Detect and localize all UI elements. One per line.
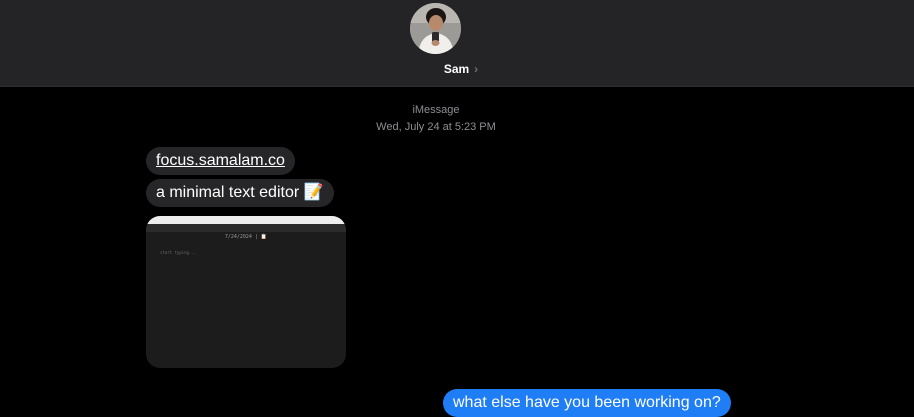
message-bubble[interactable]: a minimal text editor 📝 (146, 179, 334, 207)
contact-avatar[interactable] (410, 3, 461, 54)
preview-browser-bar (146, 216, 346, 224)
message-bubble-link[interactable]: focus.samalam.co (146, 147, 295, 175)
message-bubble-outgoing[interactable]: what else have you been working on? (443, 389, 731, 417)
thread-timestamp: Wed, July 24 at 5:23 PM (376, 121, 496, 133)
message-text: what else have you been working on? (453, 394, 721, 411)
service-label: iMessage (412, 104, 460, 116)
image-attachment[interactable]: 7/24/2024 | 📋 start typing... (146, 216, 346, 368)
conversation-header: Sam › (0, 0, 914, 87)
link-text[interactable]: focus.samalam.co (156, 152, 285, 169)
chevron-right-icon: › (474, 62, 479, 76)
contact-name: Sam (443, 62, 470, 76)
contact-photo (410, 3, 461, 54)
preview-toolbar (146, 224, 346, 232)
preview-placeholder: start typing... (160, 250, 197, 255)
message-text: a minimal text editor 📝 (156, 184, 324, 201)
contact-info-button[interactable]: Sam › (0, 62, 914, 76)
preview-date: 7/24/2024 | 📋 (224, 234, 268, 240)
